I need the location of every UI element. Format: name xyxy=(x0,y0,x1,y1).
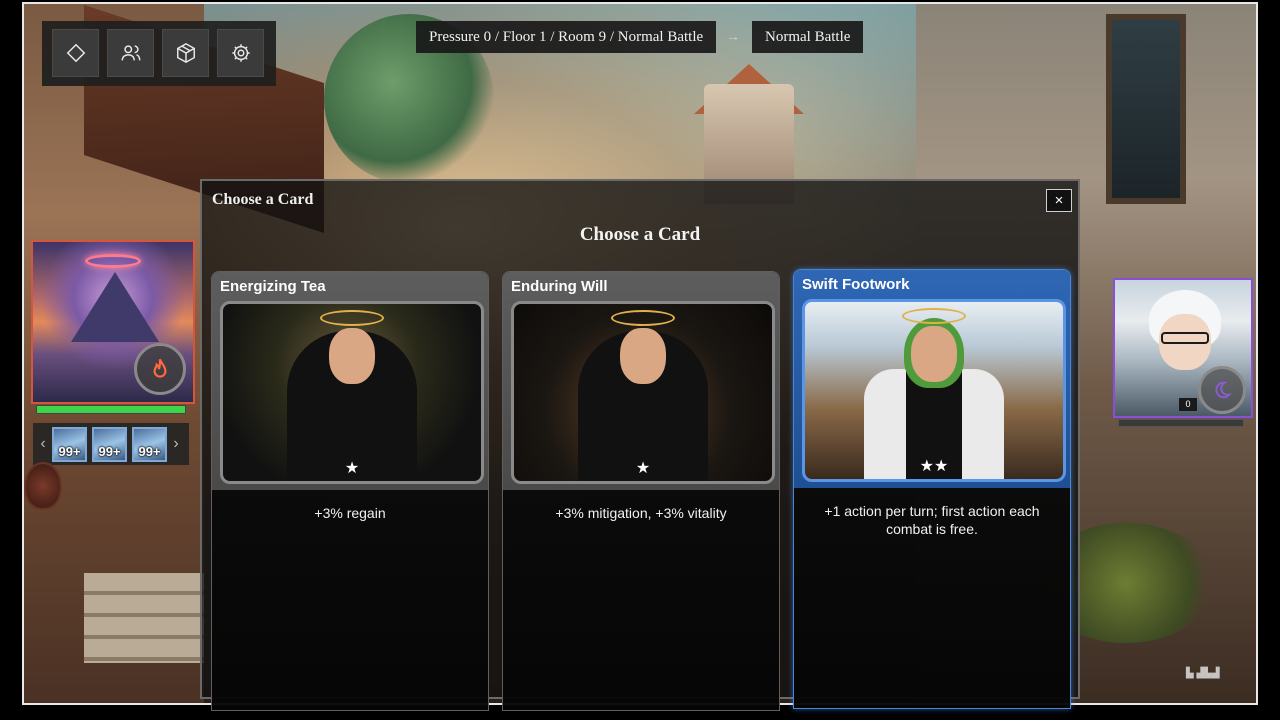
inventory-item[interactable]: 99+ xyxy=(132,426,167,462)
card-energizing-tea[interactable]: Energizing Tea ★ +3% regain xyxy=(211,271,489,711)
background-stairs xyxy=(84,573,204,663)
watermark-logo: ▙ ▟▙▟ xyxy=(1186,668,1220,679)
modal-header: Choose a Card xyxy=(212,191,314,208)
portrait-portal xyxy=(85,254,141,268)
card-name: Energizing Tea xyxy=(220,278,326,295)
halo-icon xyxy=(611,310,675,326)
moon-icon xyxy=(1215,381,1232,399)
card-header: Energizing Tea ★ xyxy=(212,272,488,490)
compass-icon[interactable] xyxy=(24,462,62,510)
inventory-item[interactable]: 99+ xyxy=(92,426,127,462)
card-art: ★ xyxy=(220,301,484,484)
close-button[interactable]: × xyxy=(1046,189,1072,212)
card-enduring-will[interactable]: Enduring Will ★ +3% mitigation, +3% vita… xyxy=(502,271,780,711)
art-face xyxy=(911,326,957,382)
box-icon xyxy=(176,42,195,64)
player-element-badge xyxy=(134,343,186,395)
card-art: ★★ xyxy=(802,299,1066,482)
diamond-button[interactable] xyxy=(52,29,99,77)
card-name: Enduring Will xyxy=(511,278,608,295)
card-name: Swift Footwork xyxy=(802,276,910,293)
item-count: 99+ xyxy=(98,443,121,459)
inventory-prev-button[interactable]: ‹ xyxy=(39,435,47,453)
inventory-next-button[interactable]: › xyxy=(172,435,180,453)
inventory-button[interactable] xyxy=(162,29,209,77)
halo-icon xyxy=(320,310,384,326)
card-stars: ★ xyxy=(344,460,360,477)
player-inventory-bar: ‹ 99+ 99+ 99+ › xyxy=(33,423,189,465)
card-art: ★ xyxy=(511,301,775,484)
users-icon xyxy=(121,45,140,61)
player-hp-fill xyxy=(37,406,185,413)
card-description: +3% regain xyxy=(314,505,386,521)
player-hp-bar xyxy=(36,405,186,414)
top-toolbar xyxy=(42,21,276,86)
art-face xyxy=(329,328,375,384)
background-window xyxy=(1106,14,1186,204)
card-header: Enduring Will ★ xyxy=(503,272,779,490)
inventory-item[interactable]: 99+ xyxy=(52,426,87,462)
card-swift-footwork[interactable]: Swift Footwork ★★ +1 action per turn; fi… xyxy=(793,269,1071,709)
item-count: 99+ xyxy=(138,443,161,459)
breadcrumb-arrow: → xyxy=(726,28,740,44)
card-stars: ★★ xyxy=(919,458,949,475)
gear-icon xyxy=(231,44,250,62)
foe-counter: 0 xyxy=(1179,398,1197,411)
settings-button[interactable] xyxy=(217,29,264,77)
party-button[interactable] xyxy=(107,29,154,77)
foe-glasses xyxy=(1161,332,1209,344)
card-description: +1 action per turn; first action each co… xyxy=(824,503,1040,537)
breadcrumb-path: Pressure 0 / Floor 1 / Room 9 / Normal B… xyxy=(416,21,717,53)
card-header: Swift Footwork ★★ xyxy=(794,270,1070,488)
art-face xyxy=(620,328,666,384)
diamond-icon xyxy=(66,43,85,63)
foe-hp-bar xyxy=(1118,419,1244,427)
card-description: +3% mitigation, +3% vitality xyxy=(555,505,727,521)
modal-title: Choose a Card xyxy=(579,224,701,245)
choose-card-modal: Choose a Card × Choose a Card Energizing… xyxy=(200,179,1080,711)
foe-element-badge xyxy=(1198,366,1246,414)
halo-icon xyxy=(902,308,966,324)
breadcrumb-next-room: Normal Battle xyxy=(752,21,864,53)
fire-icon xyxy=(153,358,167,378)
card-stars: ★ xyxy=(635,460,651,477)
portrait-mountain xyxy=(71,272,159,342)
item-count: 99+ xyxy=(58,443,81,459)
